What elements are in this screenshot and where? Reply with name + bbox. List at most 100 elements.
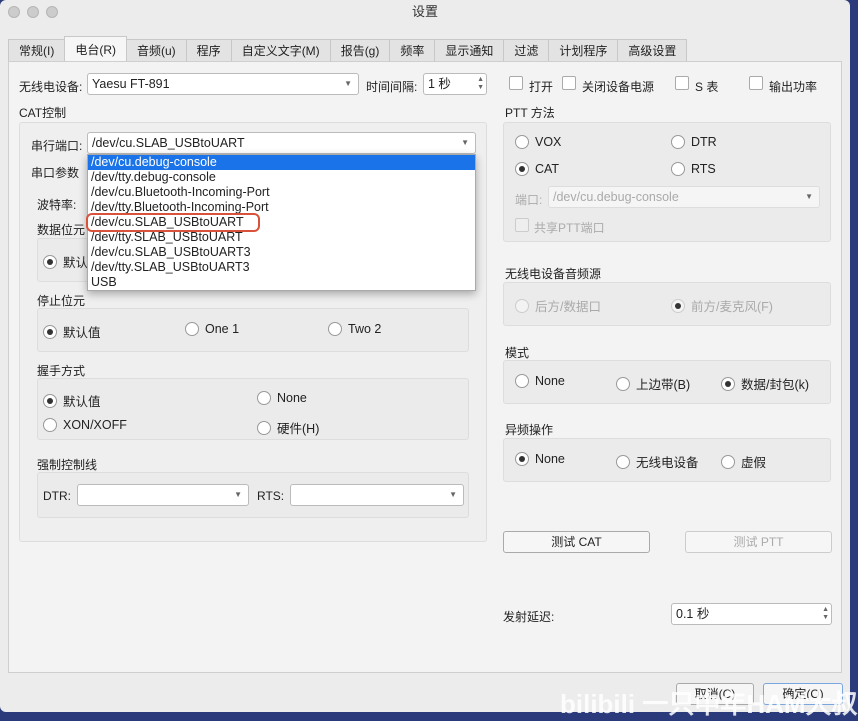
tx-delay-label: 发射延迟:: [503, 610, 555, 624]
radio-settings-panel: 无线电设备: Yaesu FT-891 ▼ 时间间隔: 1 秒 ▲ ▼ 打开 关闭设备…: [8, 61, 842, 673]
test-cat-button[interactable]: 测试 CAT: [503, 531, 650, 553]
mode-none-radio[interactable]: None: [515, 374, 565, 388]
radio-icon: [257, 420, 271, 435]
radio-label: 数据/封包(k): [741, 378, 810, 392]
tab-3[interactable]: 程序: [185, 39, 232, 61]
radio-value: Yaesu FT-891: [92, 77, 170, 91]
radio-icon: [671, 298, 685, 313]
radio-icon: [515, 135, 529, 149]
mode-title: 模式: [505, 346, 530, 360]
split-none-radio[interactable]: None: [515, 452, 565, 466]
checkbox-output-power-label: 输出功率: [769, 80, 818, 94]
port-option[interactable]: /dev/tty.Bluetooth-Incoming-Port: [88, 200, 475, 215]
tab-5[interactable]: 报告(g): [329, 39, 391, 61]
hs-none-radio[interactable]: None: [257, 391, 307, 405]
tab-7[interactable]: 显示通知: [434, 39, 505, 61]
audio-rear-radio[interactable]: 后方/数据口: [515, 296, 601, 315]
tx-delay-spinner[interactable]: 0.1 秒 ▲ ▼: [671, 603, 832, 625]
split-fake-radio[interactable]: 虚假: [721, 452, 766, 471]
stepper-icon[interactable]: ▲ ▼: [477, 76, 484, 92]
radio-label: 硬件(H): [277, 422, 320, 436]
tab-9[interactable]: 计划程序: [548, 39, 619, 61]
stop-default-radio[interactable]: 默认值: [43, 322, 101, 341]
handshake-title: 握手方式: [37, 364, 86, 378]
checkbox-power-off[interactable]: [562, 76, 576, 90]
chevron-down-icon: ▼: [344, 79, 352, 88]
ptt-vox-radio[interactable]: VOX: [515, 135, 561, 149]
stop-two-radio[interactable]: Two 2: [328, 322, 381, 336]
radio-icon: [515, 298, 529, 313]
serial-port-value: /dev/cu.SLAB_USBtoUART: [92, 136, 245, 150]
settings-window: 设置 常规(I) 电台(R) 音频(u) 程序 自定义文字(M) 报告(g) 频率 显示通知过…: [0, 0, 850, 712]
radio-label: 默认值: [63, 326, 101, 340]
split-rig-radio[interactable]: 无线电设备: [616, 452, 699, 471]
close-button[interactable]: [8, 6, 20, 18]
tab-6[interactable]: 频率: [389, 39, 436, 61]
checkbox-output-power[interactable]: [749, 76, 763, 90]
tab-1[interactable]: 电台(R): [64, 36, 127, 61]
hs-hardware-radio[interactable]: 硬件(H): [257, 418, 319, 437]
dtr-select[interactable]: ▼: [77, 484, 249, 506]
tab-8[interactable]: 过滤: [503, 39, 550, 61]
mode-data-radio[interactable]: 数据/封包(k): [721, 374, 809, 393]
test-ptt-button[interactable]: 测试 PTT: [685, 531, 832, 553]
radio-icon: [257, 391, 271, 405]
tab-10[interactable]: 高级设置: [617, 39, 688, 61]
radio-icon: [616, 376, 630, 391]
stop-one-radio[interactable]: One 1: [185, 322, 239, 336]
radio-label: None: [535, 374, 565, 388]
radio-label: 前方/麦克风(F): [691, 300, 773, 314]
hs-default-radio[interactable]: 默认值: [43, 391, 101, 410]
port-option[interactable]: /dev/cu.Bluetooth-Incoming-Port: [88, 185, 475, 200]
interval-spinner[interactable]: 1 秒 ▲ ▼: [423, 73, 487, 95]
port-option[interactable]: /dev/cu.SLAB_USBtoUART3: [88, 245, 475, 260]
tab-0[interactable]: 常规(I): [8, 39, 66, 61]
port-label: 串行端口:: [31, 139, 83, 153]
radio-label: XON/XOFF: [63, 418, 127, 432]
ptt-rts-radio[interactable]: RTS: [671, 162, 716, 176]
radio-icon: [43, 324, 57, 339]
minimize-button[interactable]: [27, 6, 39, 18]
radio-label: VOX: [535, 135, 562, 149]
audio-front-radio[interactable]: 前方/麦克风(F): [671, 296, 773, 315]
zoom-button[interactable]: [46, 6, 58, 18]
stepper-icon[interactable]: ▲ ▼: [822, 606, 829, 622]
rts-select[interactable]: ▼: [290, 484, 464, 506]
port-option[interactable]: /dev/tty.SLAB_USBtoUART: [88, 230, 475, 245]
radio-icon: [515, 374, 529, 388]
window-title: 设置: [411, 4, 438, 19]
port-option[interactable]: USB: [88, 275, 475, 290]
serial-port-select[interactable]: /dev/cu.SLAB_USBtoUART ▼: [87, 132, 476, 154]
interval-value: 1 秒: [428, 77, 451, 91]
audio-source-title: 无线电设备音频源: [505, 267, 602, 281]
tab-4[interactable]: 自定义文字(M): [230, 39, 331, 61]
radio-select[interactable]: Yaesu FT-891 ▼: [87, 73, 359, 95]
cat-title: CAT控制: [19, 106, 67, 120]
share-ptt-checkbox[interactable]: [515, 218, 529, 232]
dtr-label: DTR:: [43, 489, 71, 503]
radio-icon: [721, 454, 735, 469]
ptt-port-select[interactable]: /dev/cu.debug-console ▼: [548, 186, 820, 208]
stop-bits-group: [37, 308, 469, 352]
checkbox-s-meter[interactable]: [675, 76, 689, 90]
port-option[interactable]: /dev/cu.SLAB_USBtoUART: [86, 213, 260, 232]
title-bar: 设置: [0, 0, 850, 24]
stop-bits-title: 停止位元: [37, 294, 86, 308]
port-option[interactable]: /dev/cu.debug-console: [88, 155, 475, 170]
checkbox-open[interactable]: [509, 76, 523, 90]
port-option[interactable]: /dev/tty.debug-console: [88, 170, 475, 185]
checkbox-open-label: 打开: [529, 80, 554, 94]
baud-label: 波特率:: [37, 198, 77, 212]
port-option[interactable]: /dev/tty.SLAB_USBtoUART3: [88, 260, 475, 275]
data-bits-title: 数据位元: [37, 223, 86, 237]
chevron-down-icon: ▼: [449, 490, 457, 499]
radio-icon: [185, 322, 199, 336]
hs-xonxoff-radio[interactable]: XON/XOFF: [43, 418, 127, 432]
mode-usb-radio[interactable]: 上边带(B): [616, 374, 690, 393]
tab-2[interactable]: 音频(u): [126, 39, 187, 61]
ptt-dtr-radio[interactable]: DTR: [671, 135, 717, 149]
tx-delay-value: 0.1 秒: [676, 607, 710, 621]
radio-label: One 1: [205, 322, 240, 336]
ptt-cat-radio[interactable]: CAT: [515, 162, 559, 176]
radio-label: CAT: [535, 162, 560, 176]
